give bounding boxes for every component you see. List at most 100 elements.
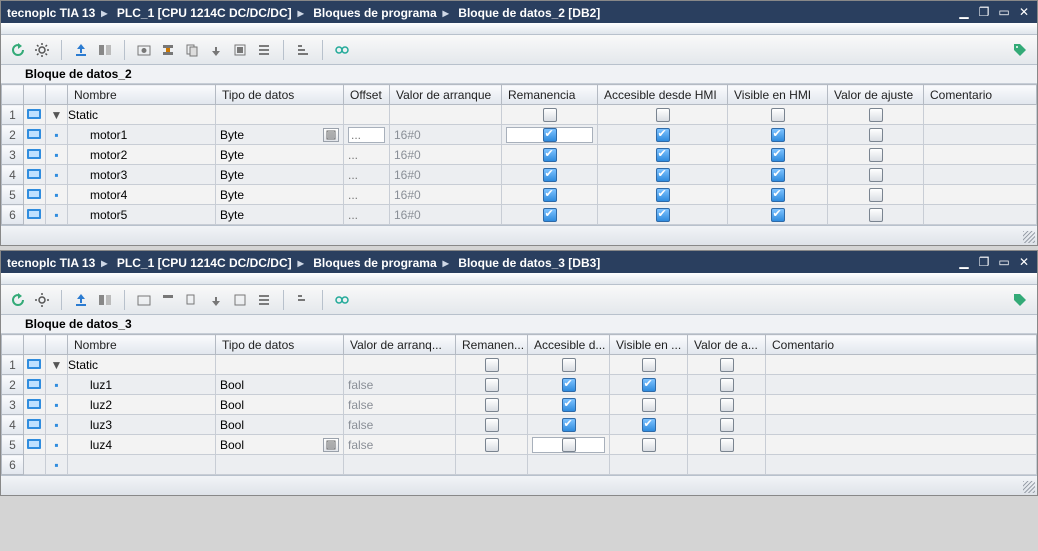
checkbox[interactable] xyxy=(771,128,785,142)
breadcrumb[interactable]: tecnoplc TIA 13▸ PLC_1 [CPU 1214C DC/DC/… xyxy=(7,255,600,270)
remanence-cell[interactable] xyxy=(502,205,598,225)
start-value-cell[interactable]: 16#0 xyxy=(390,205,502,225)
refresh-icon[interactable] xyxy=(9,41,27,59)
init-icon[interactable] xyxy=(231,41,249,59)
comment-cell[interactable] xyxy=(766,435,1037,455)
offset-cell[interactable]: ... xyxy=(344,125,390,145)
compare-icon[interactable] xyxy=(96,41,114,59)
add-variable[interactable] xyxy=(68,455,216,475)
checkbox[interactable] xyxy=(562,438,576,452)
checkbox[interactable] xyxy=(562,418,576,432)
checkbox[interactable] xyxy=(720,358,734,372)
refresh-icon[interactable] xyxy=(9,291,27,309)
checkbox[interactable] xyxy=(771,208,785,222)
checkbox[interactable] xyxy=(485,378,499,392)
visible-cell[interactable] xyxy=(610,395,688,415)
compare-icon[interactable] xyxy=(96,291,114,309)
upload-start-icon[interactable] xyxy=(207,291,225,309)
load-start-icon[interactable] xyxy=(159,291,177,309)
table-row[interactable]: 3▪motor2Byte...16#0 xyxy=(2,145,1037,165)
checkbox[interactable] xyxy=(869,168,883,182)
accessible-cell[interactable] xyxy=(528,415,610,435)
data-type-cell[interactable]: Bool xyxy=(216,395,344,415)
upload-start-icon[interactable] xyxy=(207,41,225,59)
maximize-icon[interactable]: ▭ xyxy=(997,255,1011,269)
snapshot-icon[interactable] xyxy=(135,291,153,309)
checkbox[interactable] xyxy=(485,358,499,372)
checkbox[interactable] xyxy=(720,398,734,412)
tag-icon[interactable] xyxy=(1011,291,1029,309)
checkbox[interactable] xyxy=(543,108,557,122)
checkbox[interactable] xyxy=(869,108,883,122)
checkbox[interactable] xyxy=(869,188,883,202)
var-name[interactable]: motor3 xyxy=(68,165,216,185)
data-type-cell[interactable]: Byte xyxy=(216,165,344,185)
start-value-cell[interactable]: 16#0 xyxy=(390,185,502,205)
checkbox[interactable] xyxy=(656,128,670,142)
checkbox[interactable] xyxy=(656,148,670,162)
visible-cell[interactable] xyxy=(728,205,828,225)
gear-icon[interactable] xyxy=(33,41,51,59)
start-value-cell[interactable]: 16#0 xyxy=(390,165,502,185)
data-type-cell[interactable]: Bool xyxy=(216,415,344,435)
comment-cell[interactable] xyxy=(924,145,1037,165)
close-icon[interactable]: ✕ xyxy=(1017,255,1031,269)
checkbox[interactable] xyxy=(543,208,557,222)
data-type-cell[interactable]: Bool xyxy=(216,375,344,395)
remanence-cell[interactable] xyxy=(456,375,528,395)
checkbox[interactable] xyxy=(642,378,656,392)
accessible-cell[interactable] xyxy=(598,205,728,225)
offset-cell[interactable]: ... xyxy=(344,205,390,225)
checkbox[interactable] xyxy=(642,438,656,452)
checkbox[interactable] xyxy=(562,398,576,412)
adjust-cell[interactable] xyxy=(688,415,766,435)
accessible-cell[interactable] xyxy=(598,125,728,145)
load-start-icon[interactable] xyxy=(159,41,177,59)
init-icon[interactable] xyxy=(231,291,249,309)
download-icon[interactable] xyxy=(72,291,90,309)
var-name[interactable]: luz3 xyxy=(68,415,216,435)
checkbox[interactable] xyxy=(656,208,670,222)
start-value-cell[interactable]: 16#0 xyxy=(390,125,502,145)
checkbox[interactable] xyxy=(771,108,785,122)
var-name[interactable]: motor2 xyxy=(68,145,216,165)
var-name[interactable]: luz2 xyxy=(68,395,216,415)
comment-cell[interactable] xyxy=(766,395,1037,415)
start-value-cell[interactable]: false xyxy=(344,435,456,455)
adjust-cell[interactable] xyxy=(688,395,766,415)
sort-icon[interactable] xyxy=(294,291,312,309)
collapse-icon[interactable]: ▼ xyxy=(48,358,66,372)
remanence-cell[interactable] xyxy=(502,185,598,205)
visible-cell[interactable] xyxy=(610,415,688,435)
expand-icon[interactable] xyxy=(255,41,273,59)
comment-cell[interactable] xyxy=(924,125,1037,145)
checkbox[interactable] xyxy=(562,378,576,392)
accessible-cell[interactable] xyxy=(528,375,610,395)
table-row[interactable]: 6▪motor5Byte...16#0 xyxy=(2,205,1037,225)
checkbox[interactable] xyxy=(543,128,557,142)
table-row[interactable]: 3▪luz2Boolfalse xyxy=(2,395,1037,415)
var-name[interactable]: motor5 xyxy=(68,205,216,225)
start-value-cell[interactable]: false xyxy=(344,375,456,395)
checkbox[interactable] xyxy=(656,168,670,182)
static-row[interactable]: 1 ▼ Static xyxy=(2,105,1037,125)
checkbox[interactable] xyxy=(485,418,499,432)
checkbox[interactable] xyxy=(771,188,785,202)
download-icon[interactable] xyxy=(72,41,90,59)
checkbox[interactable] xyxy=(869,128,883,142)
var-name[interactable]: luz1 xyxy=(68,375,216,395)
checkbox[interactable] xyxy=(771,168,785,182)
adjust-cell[interactable] xyxy=(828,165,924,185)
adjust-cell[interactable] xyxy=(828,145,924,165)
accessible-cell[interactable] xyxy=(598,145,728,165)
breadcrumb[interactable]: tecnoplc TIA 13▸ PLC_1 [CPU 1214C DC/DC/… xyxy=(7,5,600,20)
checkbox[interactable] xyxy=(642,398,656,412)
collapse-icon[interactable]: ▼ xyxy=(48,108,66,122)
remanence-cell[interactable] xyxy=(456,395,528,415)
adjust-cell[interactable] xyxy=(688,435,766,455)
accessible-cell[interactable] xyxy=(528,395,610,415)
type-picker-button[interactable] xyxy=(323,128,339,142)
offset-cell[interactable]: ... xyxy=(344,165,390,185)
start-value-cell[interactable]: 16#0 xyxy=(390,145,502,165)
visible-cell[interactable] xyxy=(610,435,688,455)
